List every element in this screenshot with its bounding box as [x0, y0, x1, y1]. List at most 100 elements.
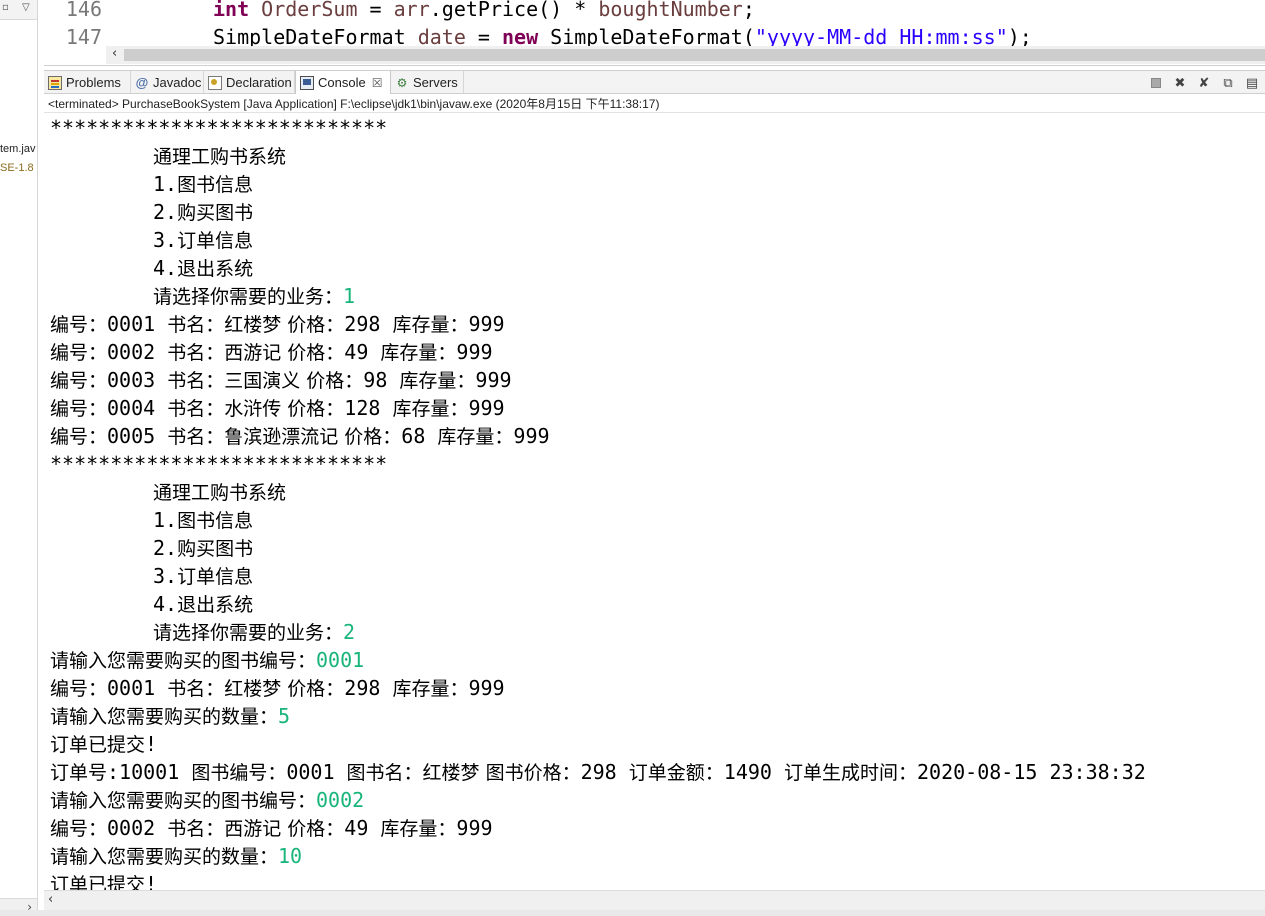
output-text: 购买图书 — [177, 202, 254, 224]
console-line: 请选择你需要的业务：1 — [50, 282, 1260, 310]
console-line: 2.购买图书 — [50, 198, 1260, 226]
tree-item-java-file[interactable]: tem.jav — [0, 143, 35, 155]
console-line: 编号：0003 书名：三国演义 价格：98 库存量：999 — [50, 366, 1260, 394]
close-icon[interactable]: ☒ — [372, 76, 383, 90]
output-text: 999 — [456, 340, 493, 364]
tab-label: Declaration — [226, 75, 292, 90]
output-text: 请输入您需要购买的数量： — [50, 706, 279, 728]
console-process-label: <terminated> PurchaseBookSystem [Java Ap… — [44, 95, 1265, 113]
output-text: 订单已提交 — [50, 874, 146, 890]
output-text: 0001 — [107, 312, 168, 336]
output-text: 298 — [344, 676, 393, 700]
view-menu-icon[interactable]: ▽ — [22, 2, 30, 13]
console-line: 1.图书信息 — [50, 170, 1260, 198]
output-text: 退出系统 — [177, 594, 254, 616]
declaration-icon — [208, 75, 222, 90]
code-token: int — [213, 0, 250, 21]
javadoc-icon: @ — [135, 74, 149, 90]
scroll-left-icon[interactable]: ‹ — [112, 46, 117, 61]
output-text: 订单金额： — [628, 762, 724, 784]
output-text: 1. — [153, 508, 178, 532]
tab-javadoc[interactable]: @ Javadoc — [131, 71, 204, 94]
console-line: 编号：0004 书名：水浒传 价格：128 库存量：999 — [50, 394, 1260, 422]
output-text: 298 — [580, 760, 629, 784]
package-explorer-toolbar: ▫ ▽ — [0, 0, 37, 20]
output-text: 请输入您需要购买的图书编号： — [50, 650, 317, 672]
output-text: 999 — [468, 312, 505, 336]
output-text: 书名：红楼梦 价格： — [167, 678, 345, 700]
output-text: 库存量： — [399, 370, 476, 392]
scroll-left-icon[interactable]: ‹ — [48, 892, 53, 907]
output-text: 编号： — [50, 818, 108, 840]
code-token: .getPrice() * — [429, 0, 599, 21]
output-text: 49 — [344, 340, 381, 364]
code-line[interactable]: int OrderSum = arr.getPrice() * boughtNu… — [213, 0, 755, 21]
console-line: 4.退出系统 — [50, 254, 1260, 282]
console-line: 3.订单信息 — [50, 562, 1260, 590]
output-text: 库存量： — [437, 426, 514, 448]
line-number: 146 — [65, 0, 102, 21]
output-text: 2. — [153, 200, 178, 224]
tab-servers[interactable]: ⚙ Servers — [391, 71, 464, 94]
collapse-icon[interactable]: ▫ — [2, 2, 9, 13]
copy-icon[interactable]: ⧉ — [1219, 74, 1237, 92]
scrollbar-thumb[interactable] — [124, 49, 1265, 61]
terminate-icon[interactable] — [1151, 78, 1161, 88]
output-text: 编号： — [50, 426, 108, 448]
console-line: 通理工购书系统 — [50, 142, 1260, 170]
tab-label: Console — [318, 75, 366, 90]
status-bar — [0, 910, 1265, 916]
line-number: 147 — [65, 25, 102, 49]
output-text: 请输入您需要购买的图书编号： — [50, 790, 317, 812]
output-text: 1490 — [723, 760, 784, 784]
tree-item-jre-library[interactable]: SE-1.8 — [0, 162, 34, 174]
output-text: 68 — [401, 424, 438, 448]
lock-scroll-icon[interactable]: ▤ — [1243, 74, 1261, 92]
code-token: = — [357, 0, 394, 21]
console-horizontal-scrollbar[interactable]: ‹ — [44, 890, 1265, 910]
console-line: 请输入您需要购买的图书编号：0001 — [50, 646, 1260, 674]
console-icon — [300, 75, 314, 90]
user-input-text: 1 — [343, 284, 356, 308]
tab-problems[interactable]: Problems — [44, 71, 131, 94]
user-input-text: 0001 — [316, 648, 365, 672]
output-text: 49 — [344, 816, 381, 840]
console-output[interactable]: **************************** 通理工购书系统 1.图书信… — [44, 114, 1265, 890]
output-text: ! — [145, 872, 158, 890]
output-text: 库存量： — [380, 342, 457, 364]
console-line: 编号：0001 书名：红楼梦 价格：298 库存量：999 — [50, 674, 1260, 702]
console-line: 编号：0001 书名：红楼梦 价格：298 库存量：999 — [50, 310, 1260, 338]
remove-launch-icon[interactable]: ✖ — [1171, 74, 1189, 92]
console-line: 订单已提交! — [50, 730, 1260, 758]
tab-label: Servers — [413, 75, 458, 90]
package-explorer-edge: ▫ ▽ tem.jav SE-1.8 › — [0, 0, 38, 916]
console-lines: **************************** 通理工购书系统 1.图书信… — [50, 114, 1260, 890]
output-text: 书名：水浒传 价格： — [167, 398, 345, 420]
code-token: arr — [393, 0, 430, 21]
tab-declaration[interactable]: Declaration — [204, 71, 295, 94]
output-text: 请选择你需要的业务： — [153, 622, 344, 644]
output-text: 0003 — [107, 368, 168, 392]
output-text: 128 — [344, 396, 393, 420]
output-text: 书名：鲁滨逊漂流记 价格： — [167, 426, 402, 448]
tab-label: Javadoc — [153, 75, 202, 90]
output-text: 999 — [475, 368, 512, 392]
console-line: **************************** — [50, 450, 1260, 478]
output-text: 2. — [153, 536, 178, 560]
editor-horizontal-scrollbar[interactable]: ‹ — [106, 46, 1265, 64]
console-line: **************************** — [50, 114, 1260, 142]
output-text: 订单信息 — [177, 230, 254, 252]
output-text: 订单信息 — [177, 566, 254, 588]
console-line: 3.订单信息 — [50, 226, 1260, 254]
output-text: 0002 — [107, 340, 168, 364]
console-line: 编号：0002 书名：西游记 价格：49 库存量：999 — [50, 338, 1260, 366]
tab-console[interactable]: Console ☒ — [295, 71, 391, 94]
code-editor[interactable]: 146 147 int OrderSum = arr.getPrice() * … — [44, 0, 1265, 66]
output-text: 999 — [468, 676, 505, 700]
console-line: 请输入您需要购买的数量：10 — [50, 842, 1260, 870]
output-text: 库存量： — [380, 818, 457, 840]
output-text: 编号： — [50, 678, 108, 700]
remove-all-launches-icon[interactable]: ✘ — [1195, 74, 1213, 92]
output-text: 298 — [344, 312, 393, 336]
